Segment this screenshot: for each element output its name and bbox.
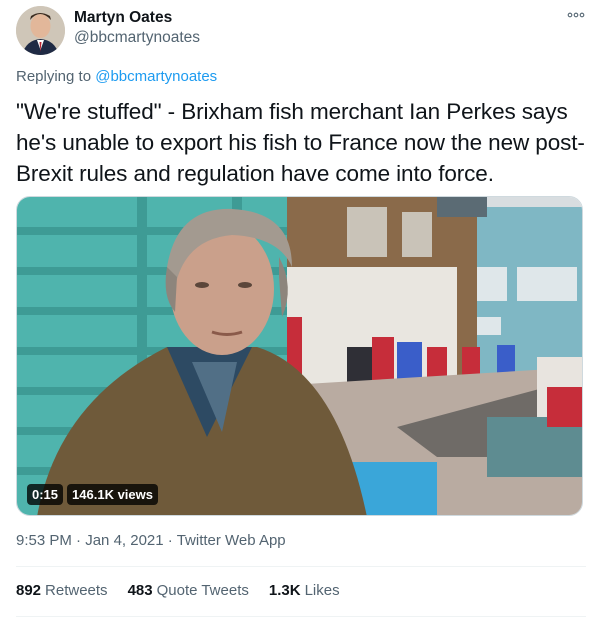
likes-label: Likes xyxy=(304,582,340,599)
video-player[interactable]: 0:15 146.1K views xyxy=(16,196,583,516)
replying-to-label: Replying to xyxy=(16,68,92,85)
quote-tweets-count: 483 xyxy=(127,582,153,599)
meta-separator: · xyxy=(167,532,173,549)
retweets-label: Retweets xyxy=(45,582,108,599)
likes-count: 1.3K xyxy=(268,582,301,599)
more-dots-icon[interactable] xyxy=(566,8,586,22)
video-badges: 0:15 146.1K views xyxy=(27,484,158,505)
video-views: 146.1K views xyxy=(67,484,158,505)
tweet-text: "We're stuffed" - Brixham fish merchant … xyxy=(16,99,585,186)
tweet-meta: 9:53 PM · Jan 4, 2021 · Twitter Web App xyxy=(16,532,286,549)
divider xyxy=(16,566,586,567)
tweet-time[interactable]: 9:53 PM xyxy=(16,532,72,549)
retweets-count: 892 xyxy=(16,582,42,599)
avatar[interactable] xyxy=(16,6,65,55)
tweet-header: Martyn Oates @bbcmartynoates xyxy=(16,6,586,58)
tweet-date[interactable]: Jan 4, 2021 xyxy=(85,532,163,549)
author-name[interactable]: Martyn Oates xyxy=(74,9,172,27)
avatar-image xyxy=(16,6,65,55)
tweet-stats: 892 Retweets 483 Quote Tweets 1.3K Likes xyxy=(16,582,340,599)
tweet-source[interactable]: Twitter Web App xyxy=(177,532,286,549)
quote-tweets-stat[interactable]: 483 Quote Tweets xyxy=(128,582,249,599)
replying-to: Replying to @bbcmartynoates xyxy=(16,68,217,85)
meta-separator: · xyxy=(76,532,82,549)
author-handle[interactable]: @bbcmartynoates xyxy=(74,29,200,47)
video-thumbnail xyxy=(17,197,582,515)
divider xyxy=(16,616,586,617)
replying-to-handle[interactable]: @bbcmartynoates xyxy=(95,68,217,85)
likes-stat[interactable]: 1.3K Likes xyxy=(269,582,340,599)
retweets-stat[interactable]: 892 Retweets xyxy=(16,582,108,599)
quote-tweets-label: Quote Tweets xyxy=(156,582,249,599)
video-duration: 0:15 xyxy=(27,484,64,505)
